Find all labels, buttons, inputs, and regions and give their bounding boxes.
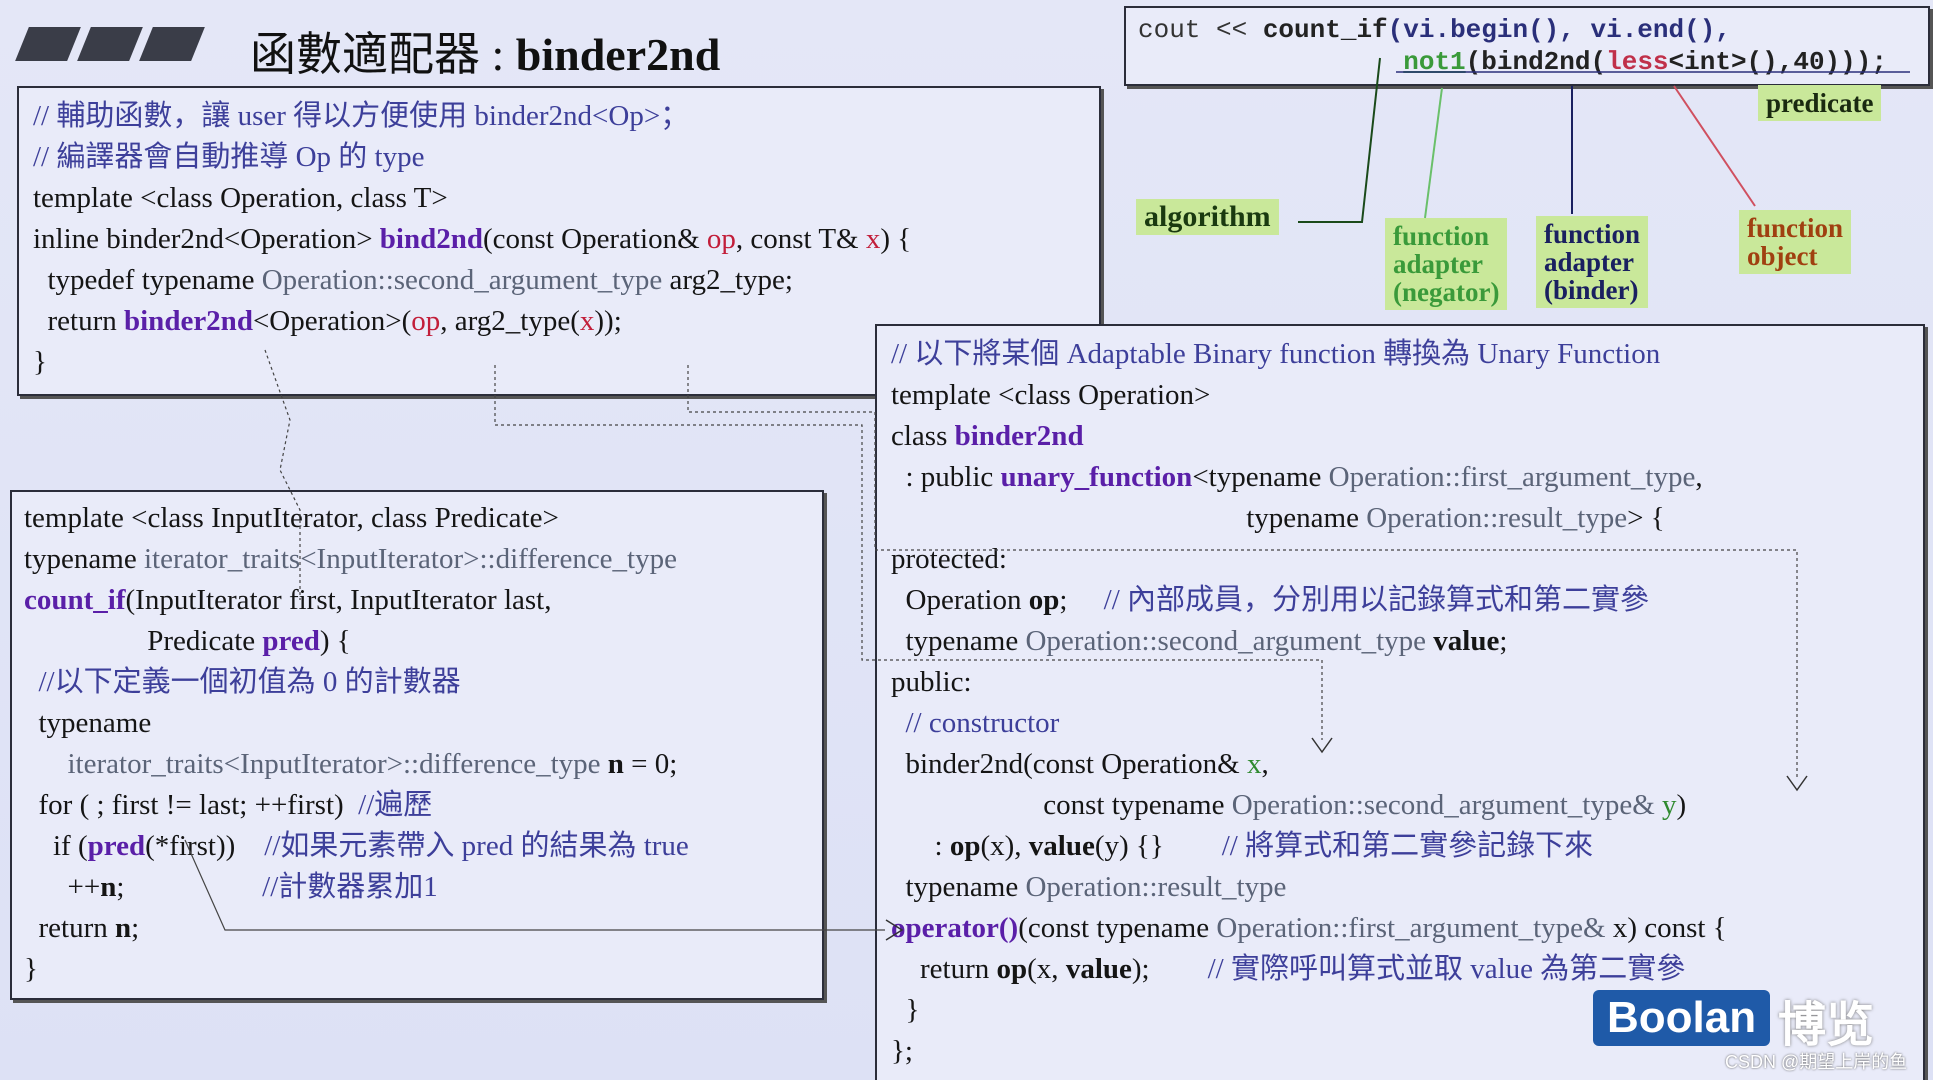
arrow-negator: [1424, 87, 1443, 219]
dotted-connector-op: [494, 365, 1323, 740]
boolan-logo-cn: 博览: [1778, 999, 1875, 1052]
logo-text: Boolan: [1607, 993, 1757, 1042]
slide: 函數適配器 : binder2nd cout << count_if(vi.be…: [0, 0, 1933, 1080]
arrow-function-object: [1673, 85, 1756, 207]
dotted-connector-x: [687, 365, 1798, 780]
arrow-pred-to-operator: [184, 839, 885, 931]
watermark: CSDN @期望上岸的鱼: [1725, 1052, 1908, 1072]
dotted-connector-pred: [264, 349, 301, 600]
boolan-logo: Boolan: [1593, 990, 1771, 1046]
arrow-algorithm: [1298, 57, 1381, 223]
connector-lines: [184, 57, 1910, 941]
